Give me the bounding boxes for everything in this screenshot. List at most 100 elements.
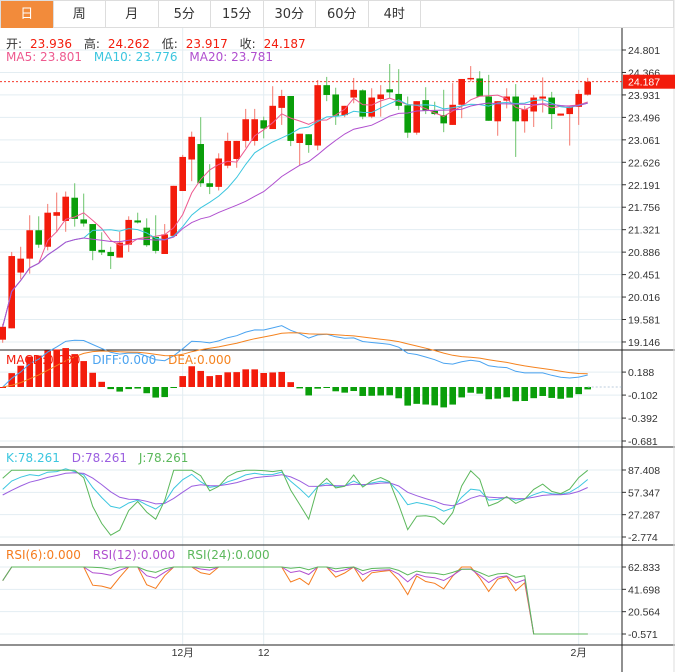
axis-label: 41.698	[628, 584, 660, 596]
candle-body	[206, 183, 213, 187]
candle-body	[323, 85, 330, 95]
macd-bar	[377, 387, 384, 396]
macd-bar	[170, 387, 177, 388]
axis-label: 21.756	[628, 202, 660, 214]
k-line	[2, 468, 589, 512]
macd-bar	[566, 387, 573, 398]
macd-bar	[161, 387, 168, 398]
close-label: 收:	[239, 37, 256, 51]
axis-label: 23.496	[628, 112, 660, 124]
candlestick-chart: 24.80124.36623.93123.49623.06122.62622.1…	[0, 0, 675, 672]
candle-body	[53, 212, 60, 216]
macd-bar	[278, 371, 285, 387]
candle-body	[521, 109, 528, 122]
x-axis-label: 12	[258, 647, 270, 659]
macd-bar	[449, 387, 456, 405]
macd-bar	[206, 376, 213, 387]
axis-label: 57.347	[628, 487, 660, 499]
axis-label: -2.774	[628, 532, 658, 544]
candle-body	[107, 251, 114, 257]
axis-label: 19.146	[628, 337, 660, 349]
macd-bar	[485, 387, 492, 400]
macd-bar	[521, 387, 528, 401]
candle-body	[251, 119, 258, 141]
macd-bar	[233, 372, 240, 387]
macd-bar	[134, 387, 141, 389]
macd-bar	[422, 387, 429, 405]
axis-label: -0.392	[628, 413, 658, 425]
macd-bar	[413, 387, 420, 404]
axis-label: 87.408	[628, 465, 660, 477]
rsi6-value: RSI(6):0.000	[6, 548, 81, 562]
candle-body	[242, 119, 249, 141]
candle-body	[62, 196, 69, 221]
macd-bar	[197, 370, 204, 387]
candle-body	[278, 96, 285, 108]
candle-body	[260, 120, 267, 129]
candle-body	[179, 156, 186, 192]
macd-bar	[359, 387, 366, 396]
j-line	[2, 469, 589, 536]
candle-body	[539, 96, 546, 99]
axis-label: 20.451	[628, 270, 660, 282]
candle-body	[368, 97, 375, 117]
diff-value: DIFF:0.000	[92, 353, 157, 367]
candle-body	[350, 89, 357, 98]
macd-bar	[530, 387, 537, 399]
candle-body	[584, 81, 591, 95]
candle-body	[512, 96, 519, 122]
d-value: D:78.261	[71, 451, 128, 465]
macd-bar	[557, 387, 564, 399]
macd-bar	[395, 387, 402, 399]
axis-label: 22.626	[628, 157, 660, 169]
macd-bar	[548, 387, 555, 398]
macd-bar	[188, 366, 195, 387]
rsi12-line	[2, 566, 588, 635]
candle-body	[80, 219, 87, 224]
candle-body	[188, 136, 195, 160]
candle-body	[0, 326, 6, 340]
macd-bar	[125, 387, 132, 390]
axis-label: -0.102	[628, 390, 658, 402]
candle-body	[26, 230, 33, 259]
ma5-line	[2, 94, 588, 327]
macd-bar	[341, 387, 348, 393]
candle-body	[215, 158, 222, 187]
axis-label: -0.571	[628, 629, 658, 641]
macd-bar	[386, 387, 393, 396]
macd-bar	[431, 387, 438, 406]
candle-body	[485, 96, 492, 121]
macd-bar	[467, 387, 474, 393]
candle-body	[404, 105, 411, 133]
kdj-header: K:78.261 D:78.261 J:78.261	[6, 451, 196, 465]
macd-bar	[440, 387, 447, 408]
macd-bar	[179, 376, 186, 387]
x-axis-label: 2月	[571, 647, 587, 659]
candle-body	[89, 224, 96, 251]
rsi-header: RSI(6):0.000 RSI(12):0.000 RSI(24):0.000	[6, 548, 278, 562]
candle-body	[314, 85, 321, 146]
macd-bar	[404, 387, 411, 406]
macd-value: MACD:0.000	[6, 353, 81, 367]
macd-bar	[458, 387, 465, 398]
macd-bar	[305, 387, 312, 396]
macd-bar	[503, 387, 510, 398]
axis-label: 21.321	[628, 225, 660, 237]
macd-bar	[251, 369, 258, 387]
macd-bar	[89, 372, 96, 387]
candle-body	[557, 113, 564, 116]
macd-bar	[224, 372, 231, 387]
current-price-label: 24.187	[628, 77, 660, 89]
macd-bar	[539, 387, 546, 396]
macd-bar	[368, 387, 375, 396]
macd-bar	[260, 372, 267, 387]
candle-body	[269, 105, 276, 130]
axis-label: -0.681	[628, 436, 658, 448]
rsi12-value: RSI(12):0.000	[92, 548, 176, 562]
ma20-value: MA20: 23.781	[189, 50, 274, 64]
candle-body	[467, 77, 474, 80]
ma5-value: MA5: 23.801	[6, 50, 83, 64]
macd-bar	[215, 375, 222, 387]
candle-body	[377, 94, 384, 100]
axis-label: 62.833	[628, 562, 660, 574]
